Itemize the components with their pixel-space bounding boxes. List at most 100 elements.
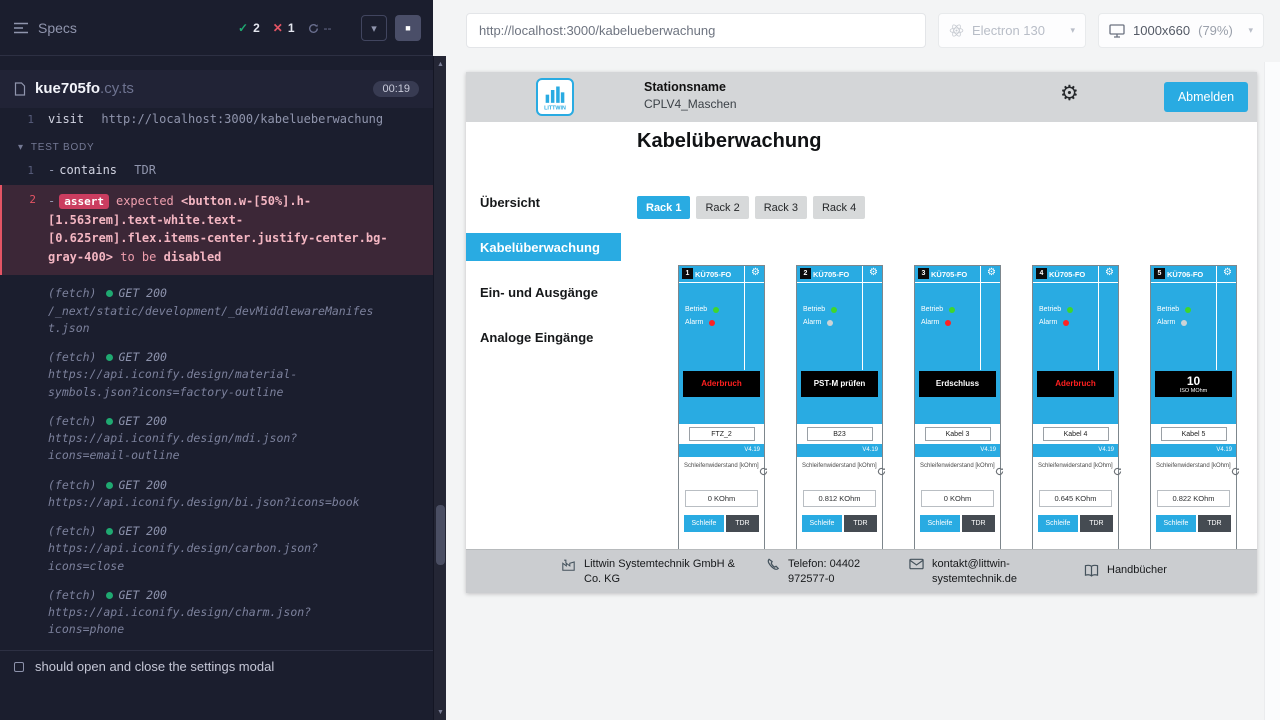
card-number: 3 <box>918 268 929 279</box>
fetch-url: https://api.iconify.design/material-symb… <box>48 366 378 401</box>
footer-manuals-link[interactable]: Handbücher <box>1084 563 1224 578</box>
schleife-button[interactable]: Schleife <box>1038 515 1078 532</box>
reporter-scrollbar[interactable]: ▲ ▼ <box>433 56 446 720</box>
refresh-icon[interactable] <box>1231 463 1240 481</box>
card-title: KÜ705-FO <box>813 270 849 279</box>
network-log-entry[interactable]: (fetch)GET 200 /_next/static/development… <box>0 279 433 343</box>
refresh-icon[interactable] <box>1113 463 1122 481</box>
alarm-label: Alarm <box>803 319 821 326</box>
resistance-value: 0.822 KOhm <box>1157 490 1230 507</box>
schleife-button[interactable]: Schleife <box>1156 515 1196 532</box>
status-display: Erdschluss <box>919 371 996 397</box>
tab-rack-1[interactable]: Rack 1 <box>637 196 690 219</box>
command-contains[interactable]: 1 -contains TDR <box>0 159 433 181</box>
tab-rack-4[interactable]: Rack 4 <box>813 196 865 219</box>
card-gear-icon[interactable]: ⚙ <box>1223 268 1232 278</box>
network-log-entry[interactable]: (fetch)GET 200 https://api.iconify.desig… <box>0 517 433 581</box>
tdr-button[interactable]: TDR <box>844 515 877 532</box>
pending-count[interactable]: -- <box>308 21 332 35</box>
iso-unit: ISO MOhm <box>1180 388 1208 395</box>
refresh-icon[interactable] <box>877 463 886 481</box>
command-number: 1 <box>0 112 34 126</box>
fetch-status: GET 200 <box>118 478 166 492</box>
scrollbar-thumb[interactable] <box>436 505 445 565</box>
network-log-entry[interactable]: (fetch)GET 200 https://api.iconify.desig… <box>0 343 433 407</box>
stage-scrollbar[interactable] <box>1264 62 1280 720</box>
schleife-button[interactable]: Schleife <box>920 515 960 532</box>
card-gear-icon[interactable]: ⚙ <box>869 268 878 278</box>
footer-email: kontakt@littwin-systemtechnik.de <box>909 557 1034 587</box>
command-name: contains <box>59 163 117 177</box>
footer-phone: Telefon: 04402 972577-0 <box>766 557 871 587</box>
logout-button[interactable]: Abmelden <box>1164 82 1248 112</box>
device-card: 3 KÜ705-FO ⚙ Betrieb Alarm Erdschluss Ka… <box>914 265 1001 549</box>
tdr-button[interactable]: TDR <box>962 515 995 532</box>
refresh-icon[interactable] <box>995 463 1004 481</box>
spec-duration: 00:19 <box>373 81 419 97</box>
failed-number: 1 <box>288 21 295 35</box>
card-title: KÜ705-FO <box>695 270 731 279</box>
tdr-button[interactable]: TDR <box>1080 515 1113 532</box>
tab-rack-2[interactable]: Rack 2 <box>696 196 748 219</box>
app-footer: Littwin Systemtechnik GmbH & Co. KG Tele… <box>466 549 1257 593</box>
alarm-label: Alarm <box>921 319 939 326</box>
settings-gear-icon[interactable]: ⚙ <box>1060 83 1079 104</box>
betrieb-led <box>949 307 955 313</box>
sidebar-item-kabelueberwachung[interactable]: Kabelüberwachung <box>466 233 621 261</box>
sidebar-item-ein-und-ausgaenge[interactable]: Ein- und Ausgänge <box>466 278 621 306</box>
fetch-tag: (fetch) <box>48 478 96 492</box>
cable-name: Kabel 3 <box>925 427 991 441</box>
fetch-status: GET 200 <box>118 414 166 428</box>
alarm-label: Alarm <box>685 319 703 326</box>
sidebar-item-uebersicht[interactable]: Übersicht <box>466 188 621 216</box>
card-gear-icon[interactable]: ⚙ <box>1105 268 1114 278</box>
test-body-section[interactable]: ▾ TEST BODY <box>0 130 433 159</box>
status-ok-dot <box>106 354 113 361</box>
firmware-version: V4.19 <box>744 447 760 453</box>
failed-assert-row[interactable]: 2 -assertexpected <button.w-[50%].h-[1.5… <box>0 185 433 275</box>
card-gear-icon[interactable]: ⚙ <box>751 268 760 278</box>
alarm-led <box>1181 320 1187 326</box>
network-log-entry[interactable]: (fetch)GET 200 https://api.iconify.desig… <box>0 581 433 645</box>
status-display: PST-M prüfen <box>801 371 878 397</box>
status-display: Aderbruch <box>683 371 760 397</box>
passed-count[interactable]: ✓ 2 <box>238 21 260 35</box>
card-gear-icon[interactable]: ⚙ <box>987 268 996 278</box>
footer-company-text: Littwin Systemtechnik GmbH & Co. KG <box>584 557 751 587</box>
firmware-version: V4.19 <box>862 447 878 453</box>
fetch-url: https://api.iconify.design/carbon.json?i… <box>48 540 378 575</box>
card-title: KÜ706-FO <box>1167 270 1203 279</box>
alarm-label: Alarm <box>1039 319 1057 326</box>
failed-count[interactable]: ✕ 1 <box>273 21 295 35</box>
spec-file-row[interactable]: kue705fo.cy.ts 00:19 <box>0 70 433 108</box>
tdr-button[interactable]: TDR <box>726 515 759 532</box>
viewport-select[interactable]: 1000x660 (79%) ▾ <box>1098 13 1264 48</box>
tdr-button[interactable]: TDR <box>1198 515 1231 532</box>
station-value: CPLV4_Maschen <box>644 97 737 111</box>
specs-label: Specs <box>38 20 77 36</box>
refresh-icon[interactable] <box>759 463 768 481</box>
command-visit[interactable]: 1 visit http://localhost:3000/kabelueber… <box>0 108 433 130</box>
url-input[interactable] <box>466 13 926 48</box>
browser-select[interactable]: Electron 130 ▾ <box>938 13 1086 48</box>
littwin-logo: LITTWIN <box>536 78 574 116</box>
network-log-entry[interactable]: (fetch)GET 200 https://api.iconify.desig… <box>0 471 433 518</box>
next-test-title: should open and close the settings modal <box>35 659 274 674</box>
network-log-entry[interactable]: (fetch)GET 200 https://api.iconify.desig… <box>0 407 433 471</box>
app-under-test: LITTWIN Stationsname CPLV4_Maschen ⚙ Abm… <box>466 72 1257 593</box>
specs-button[interactable]: Specs <box>14 20 77 36</box>
card-number: 5 <box>1154 268 1165 279</box>
device-card: 2 KÜ705-FO ⚙ Betrieb Alarm PST-M prüfen … <box>796 265 883 549</box>
collapse-button[interactable]: ▾ <box>361 15 387 41</box>
footer-manuals-text: Handbücher <box>1107 563 1167 578</box>
next-test-row[interactable]: should open and close the settings modal <box>0 650 433 682</box>
monitor-icon <box>1109 24 1125 38</box>
assert-expected: expected <box>116 194 181 208</box>
measure-label: Schleifenwiderstand [kOhm] <box>802 463 877 469</box>
sidebar-item-analoge-eingaenge[interactable]: Analoge Eingänge <box>466 323 621 351</box>
schleife-button[interactable]: Schleife <box>684 515 724 532</box>
cable-name: Kabel 4 <box>1043 427 1109 441</box>
stop-button[interactable]: ■ <box>395 15 421 41</box>
tab-rack-3[interactable]: Rack 3 <box>755 196 807 219</box>
schleife-button[interactable]: Schleife <box>802 515 842 532</box>
